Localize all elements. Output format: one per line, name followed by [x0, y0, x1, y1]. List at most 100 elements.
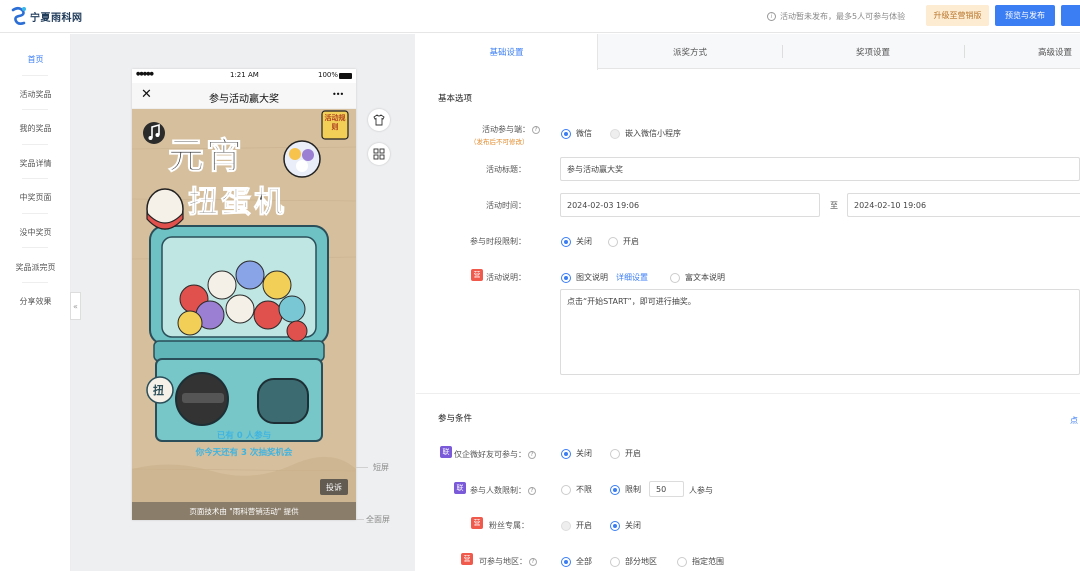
help-icon[interactable]: ?: [528, 450, 536, 459]
end-time-input[interactable]: 2024-02-10 19:06: [847, 193, 1080, 217]
wecom-option-on[interactable]: 开启: [610, 448, 641, 459]
radio-checked: [610, 520, 620, 531]
tab-basic-settings[interactable]: 基础设置: [416, 34, 598, 70]
fans-option-on[interactable]: 开启: [561, 520, 592, 531]
publish-notice: i 活动暂未发布，最多5人可参与体验: [767, 11, 905, 22]
signal-icon: ●●●●●: [136, 71, 154, 77]
info-icon: i: [767, 12, 776, 21]
sidebar-item-my-prizes[interactable]: 我的奖品: [0, 123, 71, 134]
poster-title-line2: 扭蛋机: [188, 185, 287, 221]
sidebar-item-sold-out-page[interactable]: 奖品派完页: [0, 262, 71, 273]
desc-textarea[interactable]: 点击“开始START”，即可进行抽奖。: [560, 289, 1080, 375]
sidebar: 首页 活动奖品 我的奖品 奖品详情 中奖页面 没中奖页 奖品派完页 分享效果: [0, 34, 71, 571]
region-option-all[interactable]: 全部: [561, 556, 592, 567]
full-screen-guide: [356, 519, 364, 520]
wecom-option-off[interactable]: 关闭: [561, 448, 592, 459]
more-icon[interactable]: •••: [332, 90, 344, 99]
count-option-limit[interactable]: 限制: [610, 484, 641, 495]
period-option-on[interactable]: 开启: [608, 236, 639, 247]
period-option-off[interactable]: 关闭: [561, 236, 592, 247]
radio-unchecked: [677, 556, 687, 567]
sidebar-item-prize-detail[interactable]: 奖品详情: [0, 158, 71, 169]
radio-unchecked: [610, 448, 620, 459]
phone-nav-bar: ✕ 参与活动赢大奖 •••: [132, 83, 356, 109]
sidebar-item-share[interactable]: 分享效果: [0, 296, 71, 307]
sidebar-item-home[interactable]: 首页: [0, 54, 71, 65]
rules-tag[interactable]: 活动规则: [323, 114, 347, 132]
brand-name: 宁夏雨科网: [30, 12, 83, 24]
short-screen-label: 短屏: [373, 463, 389, 472]
tab-prize-settings[interactable]: 奖项设置: [782, 34, 964, 69]
poster-image: 元宵 扭蛋机 活动规则 扭 已有 0 人参与 你今天还有 3 次抽奖机会 投诉: [132, 109, 356, 502]
count-badge: 联: [454, 482, 466, 494]
count-limit-input[interactable]: 50: [649, 481, 684, 497]
desc-option-richtext[interactable]: 富文本说明: [670, 272, 725, 283]
sidebar-divider: [22, 75, 48, 76]
brand-logo[interactable]: 宁夏雨科网: [10, 6, 83, 26]
full-screen-label: 全面屏: [366, 515, 390, 524]
sidebar-item-lose-page[interactable]: 没中奖页: [0, 227, 71, 238]
time-separator: 至: [830, 201, 838, 210]
region-option-range[interactable]: 指定范围: [677, 556, 724, 567]
region-label: 可参与地区：?: [479, 556, 554, 567]
preview-publish-button[interactable]: 预览与发布: [995, 5, 1055, 26]
region-option-partial[interactable]: 部分地区: [610, 556, 657, 567]
tab-advanced-settings[interactable]: 高级设置: [964, 34, 1080, 69]
help-icon[interactable]: ?: [529, 557, 537, 566]
option-label: 全部: [576, 557, 592, 566]
upgrade-button[interactable]: 升级至营销版: [926, 5, 989, 26]
title-input[interactable]: 参与活动赢大奖: [560, 157, 1080, 181]
phone-status-bar: ●●●●● 1:21 AM 100%: [132, 69, 356, 83]
desc-detail-link[interactable]: 详细设置: [616, 272, 648, 283]
help-icon[interactable]: ?: [528, 486, 536, 495]
title-label: 活动标题：: [486, 165, 526, 174]
count-label: 参与人数限制：?: [470, 485, 550, 496]
short-screen-guide: [356, 467, 368, 468]
tab-award-method[interactable]: 派奖方式: [598, 34, 782, 69]
report-button[interactable]: 投诉: [320, 479, 348, 495]
sidebar-divider: [22, 178, 48, 179]
platform-label: 活动参与端：?: [440, 124, 540, 135]
shirt-icon: [373, 114, 385, 126]
twist-label: 扭: [153, 384, 164, 397]
theme-button[interactable]: [368, 109, 390, 131]
sidebar-item-win-page[interactable]: 中奖页面: [0, 192, 71, 203]
settings-tabs: 基础设置 派奖方式 奖项设置 高级设置: [416, 34, 1080, 70]
radio-disabled: [561, 520, 571, 531]
count-label-text: 参与人数限制：: [470, 486, 526, 495]
layout-button[interactable]: [368, 143, 390, 165]
radio-checked: [561, 272, 571, 283]
start-time-input[interactable]: 2024-02-03 19:06: [560, 193, 820, 217]
logo-mark-icon: [10, 6, 28, 26]
option-label: 嵌入微信小程序: [625, 129, 681, 138]
count-option-unlimited[interactable]: 不限: [561, 484, 592, 495]
collapse-sidebar-button[interactable]: «: [70, 292, 81, 320]
save-button[interactable]: [1061, 5, 1080, 26]
phone-page-title: 参与活动赢大奖: [209, 94, 279, 105]
radio-checked: [561, 448, 571, 459]
conditions-section-title: 参与条件: [438, 414, 473, 424]
platform-sub-note: （发布后不可修改）: [470, 138, 529, 146]
publish-notice-text: 活动暂未发布，最多5人可参与体验: [780, 12, 906, 21]
platform-option-wechat[interactable]: 微信: [561, 128, 592, 139]
conditions-right-link[interactable]: 点: [1070, 415, 1078, 426]
platform-label-text: 活动参与端：: [482, 125, 530, 134]
top-bar: 宁夏雨科网 i 活动暂未发布，最多5人可参与体验 升级至营销版 预览与发布: [0, 0, 1080, 33]
basic-section-title: 基本选项: [438, 94, 473, 104]
radio-checked: [561, 236, 571, 247]
sidebar-item-activity-prizes[interactable]: 活动奖品: [0, 89, 71, 100]
fans-option-off[interactable]: 关闭: [610, 520, 641, 531]
desc-option-image[interactable]: 图文说明: [561, 272, 608, 283]
option-label: 不限: [576, 485, 592, 494]
wecom-label-text: 仅企微好友可参与：: [454, 450, 526, 459]
option-label: 指定范围: [692, 557, 724, 566]
sidebar-divider: [22, 213, 48, 214]
help-icon[interactable]: ?: [532, 125, 540, 134]
platform-option-miniprogram[interactable]: 嵌入微信小程序: [610, 128, 681, 139]
radio-unchecked: [561, 484, 571, 495]
section-divider: [416, 393, 1080, 394]
grid-icon: [373, 148, 385, 160]
option-label: 开启: [625, 449, 641, 458]
phone-footer: 页面技术由 "雨科营销活动" 提供: [132, 502, 356, 520]
option-label: 部分地区: [625, 557, 657, 566]
